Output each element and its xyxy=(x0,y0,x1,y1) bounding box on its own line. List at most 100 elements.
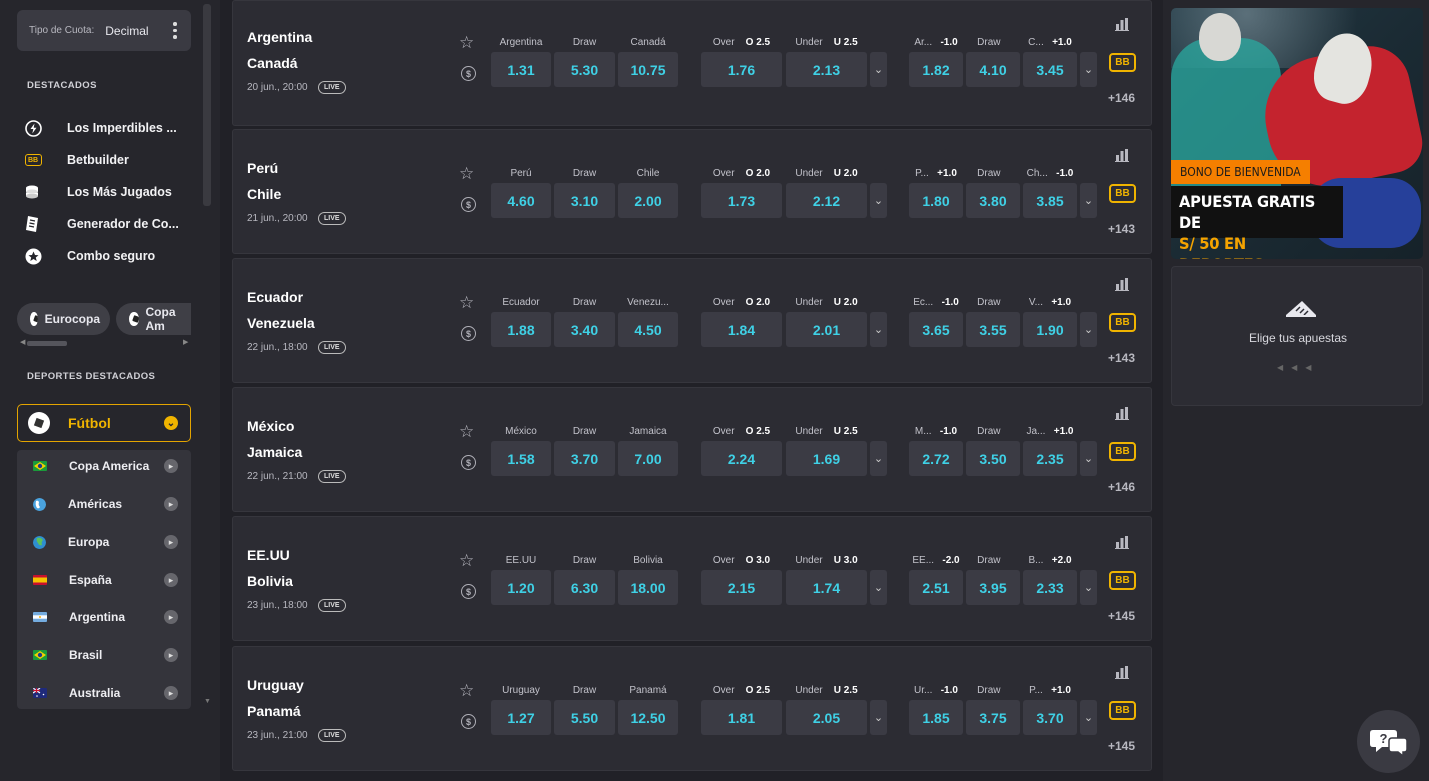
stats-icon[interactable] xyxy=(1115,149,1129,162)
more-markets-link[interactable]: +145 xyxy=(1108,739,1135,753)
more-lines-dropdown[interactable]: ⌄ xyxy=(870,52,887,87)
odds-button[interactable]: 1.27 xyxy=(491,700,551,735)
away-team[interactable]: Bolivia xyxy=(247,573,293,589)
odds-button[interactable]: 5.30 xyxy=(554,52,615,87)
odds-button[interactable]: 5.50 xyxy=(554,700,615,735)
away-team[interactable]: Jamaica xyxy=(247,444,302,460)
stats-icon[interactable] xyxy=(1115,666,1129,679)
odds-button[interactable]: 3.50 xyxy=(966,441,1020,476)
featured-item-imperdibles[interactable]: Los Imperdibles ... xyxy=(24,118,177,138)
odds-button[interactable]: 2.12 xyxy=(786,183,867,218)
league-item-australia[interactable]: Australia ▸ xyxy=(17,678,191,708)
more-markets-link[interactable]: +145 xyxy=(1108,609,1135,623)
odds-button[interactable]: 2.24 xyxy=(701,441,782,476)
odds-button[interactable]: 12.50 xyxy=(618,700,678,735)
odds-button[interactable]: 2.05 xyxy=(786,700,867,735)
cashout-icon[interactable]: $ xyxy=(461,584,476,599)
cashout-icon[interactable]: $ xyxy=(461,714,476,729)
odds-button[interactable]: 1.76 xyxy=(701,52,782,87)
odds-button[interactable]: 3.70 xyxy=(554,441,615,476)
odds-button[interactable]: 6.30 xyxy=(554,570,615,605)
odds-button[interactable]: 1.80 xyxy=(909,183,963,218)
favorite-star-icon[interactable]: ☆ xyxy=(459,422,474,442)
promo-banner[interactable]: BONO DE BIENVENIDA APUESTA GRATIS DE S/ … xyxy=(1171,8,1423,259)
betbuilder-button[interactable]: BB xyxy=(1109,53,1136,72)
league-item-europa[interactable]: Europa ▸ xyxy=(17,527,191,557)
favorite-star-icon[interactable]: ☆ xyxy=(459,164,474,184)
away-team[interactable]: Canadá xyxy=(247,55,298,71)
odds-button[interactable]: 2.13 xyxy=(786,52,867,87)
odds-button[interactable]: 3.95 xyxy=(966,570,1020,605)
scroll-down-icon[interactable]: ▼ xyxy=(204,698,211,705)
odds-button[interactable]: 1.88 xyxy=(491,312,551,347)
odds-button[interactable]: 3.45 xyxy=(1023,52,1077,87)
odds-button[interactable]: 3.85 xyxy=(1023,183,1077,218)
odds-button[interactable]: 2.33 xyxy=(1023,570,1077,605)
league-item-americas[interactable]: Américas ▸ xyxy=(17,489,191,519)
more-lines-dropdown[interactable]: ⌄ xyxy=(870,570,887,605)
more-markets-link[interactable]: +146 xyxy=(1108,91,1135,105)
stats-icon[interactable] xyxy=(1115,407,1129,420)
odds-button[interactable]: 1.58 xyxy=(491,441,551,476)
odds-button[interactable]: 1.82 xyxy=(909,52,963,87)
odds-button[interactable]: 3.75 xyxy=(966,700,1020,735)
sport-futbol[interactable]: Fútbol ⌄ xyxy=(17,404,191,442)
league-item-copa-america[interactable]: Copa America ▸ xyxy=(17,451,191,481)
stats-icon[interactable] xyxy=(1115,18,1129,31)
more-lines-dropdown[interactable]: ⌄ xyxy=(870,441,887,476)
more-lines-dropdown[interactable]: ⌄ xyxy=(1080,52,1097,87)
betbuilder-button[interactable]: BB xyxy=(1109,701,1136,720)
more-lines-dropdown[interactable]: ⌄ xyxy=(870,700,887,735)
chip-eurocopa[interactable]: Eurocopa xyxy=(17,303,110,335)
away-team[interactable]: Chile xyxy=(247,186,281,202)
more-lines-dropdown[interactable]: ⌄ xyxy=(1080,441,1097,476)
odds-button[interactable]: 1.84 xyxy=(701,312,782,347)
odds-button[interactable]: 2.01 xyxy=(786,312,867,347)
featured-item-generador[interactable]: Generador de Co... xyxy=(24,214,179,234)
more-lines-dropdown[interactable]: ⌄ xyxy=(1080,183,1097,218)
more-markets-link[interactable]: +143 xyxy=(1108,222,1135,236)
cashout-icon[interactable]: $ xyxy=(461,66,476,81)
league-item-espana[interactable]: España ▸ xyxy=(17,565,191,595)
odds-button[interactable]: 4.10 xyxy=(966,52,1020,87)
odds-button[interactable]: 1.81 xyxy=(701,700,782,735)
league-item-argentina[interactable]: Argentina ▸ xyxy=(17,602,191,632)
featured-item-mas-jugados[interactable]: Los Más Jugados xyxy=(24,182,172,202)
kebab-menu-icon[interactable] xyxy=(173,22,177,39)
chip-scroll-right-icon[interactable]: ▶ xyxy=(183,338,188,346)
stats-icon[interactable] xyxy=(1115,278,1129,291)
odds-button[interactable]: 3.10 xyxy=(554,183,615,218)
more-lines-dropdown[interactable]: ⌄ xyxy=(1080,312,1097,347)
more-markets-link[interactable]: +146 xyxy=(1108,480,1135,494)
odds-button[interactable]: 3.65 xyxy=(909,312,963,347)
favorite-star-icon[interactable]: ☆ xyxy=(459,551,474,571)
featured-item-betbuilder[interactable]: BB Betbuilder xyxy=(24,150,129,170)
home-team[interactable]: Ecuador xyxy=(247,289,303,305)
odds-button[interactable]: 4.50 xyxy=(618,312,678,347)
home-team[interactable]: EE.UU xyxy=(247,547,290,563)
favorite-star-icon[interactable]: ☆ xyxy=(459,681,474,701)
more-lines-dropdown[interactable]: ⌄ xyxy=(1080,570,1097,605)
odds-button[interactable]: 2.15 xyxy=(701,570,782,605)
odds-button[interactable]: 2.00 xyxy=(618,183,678,218)
odds-button[interactable]: 1.31 xyxy=(491,52,551,87)
featured-item-combo-seguro[interactable]: Combo seguro xyxy=(24,246,155,266)
home-team[interactable]: Perú xyxy=(247,160,278,176)
cashout-icon[interactable]: $ xyxy=(461,326,476,341)
betbuilder-button[interactable]: BB xyxy=(1109,313,1136,332)
odds-button[interactable]: 1.73 xyxy=(701,183,782,218)
more-lines-dropdown[interactable]: ⌄ xyxy=(1080,700,1097,735)
favorite-star-icon[interactable]: ☆ xyxy=(459,33,474,53)
chip-copa-america[interactable]: Copa Am xyxy=(116,303,191,335)
odds-button[interactable]: 7.00 xyxy=(618,441,678,476)
odds-button[interactable]: 1.69 xyxy=(786,441,867,476)
cashout-icon[interactable]: $ xyxy=(461,197,476,212)
odds-button[interactable]: 4.60 xyxy=(491,183,551,218)
home-team[interactable]: México xyxy=(247,418,294,434)
away-team[interactable]: Venezuela xyxy=(247,315,315,331)
chip-scrollbar[interactable] xyxy=(27,341,67,346)
help-chat-button[interactable]: ? xyxy=(1357,710,1420,773)
odds-button[interactable]: 1.90 xyxy=(1023,312,1077,347)
odds-button[interactable]: 10.75 xyxy=(618,52,678,87)
away-team[interactable]: Panamá xyxy=(247,703,301,719)
